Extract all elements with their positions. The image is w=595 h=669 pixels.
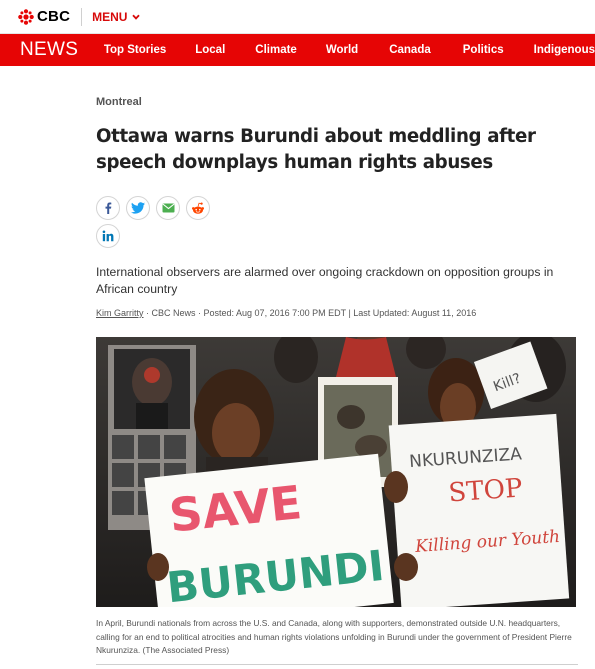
headline: Ottawa warns Burundi about meddling afte… xyxy=(96,126,536,173)
nav-item-local[interactable]: Local xyxy=(195,44,225,56)
article-deck: International observers are alarmed over… xyxy=(96,265,554,296)
article: Montreal Ottawa warns Burundi about medd… xyxy=(96,96,578,318)
protest-photo: Kill? SAVE BURUNDI NKURUNZIZA STOP Killi… xyxy=(96,337,576,607)
logo-text: CBC xyxy=(37,8,71,25)
share-email-button[interactable] xyxy=(156,196,180,220)
nav-item-top-stories[interactable]: Top Stories xyxy=(104,44,166,56)
linkedin-icon xyxy=(102,230,114,242)
section-nav: NEWS Top Stories Local Climate World Can… xyxy=(0,34,595,66)
chevron-down-icon xyxy=(132,14,141,20)
nav-item-canada[interactable]: Canada xyxy=(389,44,431,56)
share-bar xyxy=(96,196,221,248)
share-reddit-button[interactable] xyxy=(186,196,210,220)
menu-button[interactable]: MENU xyxy=(92,9,141,24)
cbc-logo[interactable]: CBC xyxy=(18,8,70,25)
reddit-icon xyxy=(192,202,204,214)
nav-item-indigenous[interactable]: Indigenous xyxy=(534,44,595,56)
share-linkedin-button[interactable] xyxy=(96,224,120,248)
section-label[interactable]: Montreal xyxy=(96,96,578,108)
nav-item-climate[interactable]: Climate xyxy=(255,44,297,56)
facebook-icon xyxy=(105,202,112,214)
site-header: CBC MENU xyxy=(0,0,595,34)
nav-item-world[interactable]: World xyxy=(326,44,358,56)
share-twitter-button[interactable] xyxy=(126,196,150,220)
lead-photo[interactable]: Kill? SAVE BURUNDI NKURUNZIZA STOP Killi… xyxy=(96,337,576,607)
news-home-link[interactable]: NEWS xyxy=(0,39,104,61)
header-divider xyxy=(81,7,83,26)
email-icon xyxy=(161,203,175,213)
stop-sign-text: STOP xyxy=(448,473,524,508)
byline-meta: · CBC News · Posted: Aug 07, 2016 7:00 P… xyxy=(143,308,477,318)
twitter-icon xyxy=(131,202,145,214)
content-divider xyxy=(96,664,578,665)
nav-item-politics[interactable]: Politics xyxy=(463,44,504,56)
photo-caption: In April, Burundi nationals from across … xyxy=(96,618,572,655)
share-facebook-button[interactable] xyxy=(96,196,120,220)
author-link[interactable]: Kim Garritty xyxy=(96,308,144,318)
byline: Kim Garritty · CBC News · Posted: Aug 07… xyxy=(96,308,578,318)
cbc-gem-icon xyxy=(18,8,34,25)
nav-links: Top Stories Local Climate World Canada P… xyxy=(104,44,595,56)
menu-label: MENU xyxy=(92,9,128,24)
